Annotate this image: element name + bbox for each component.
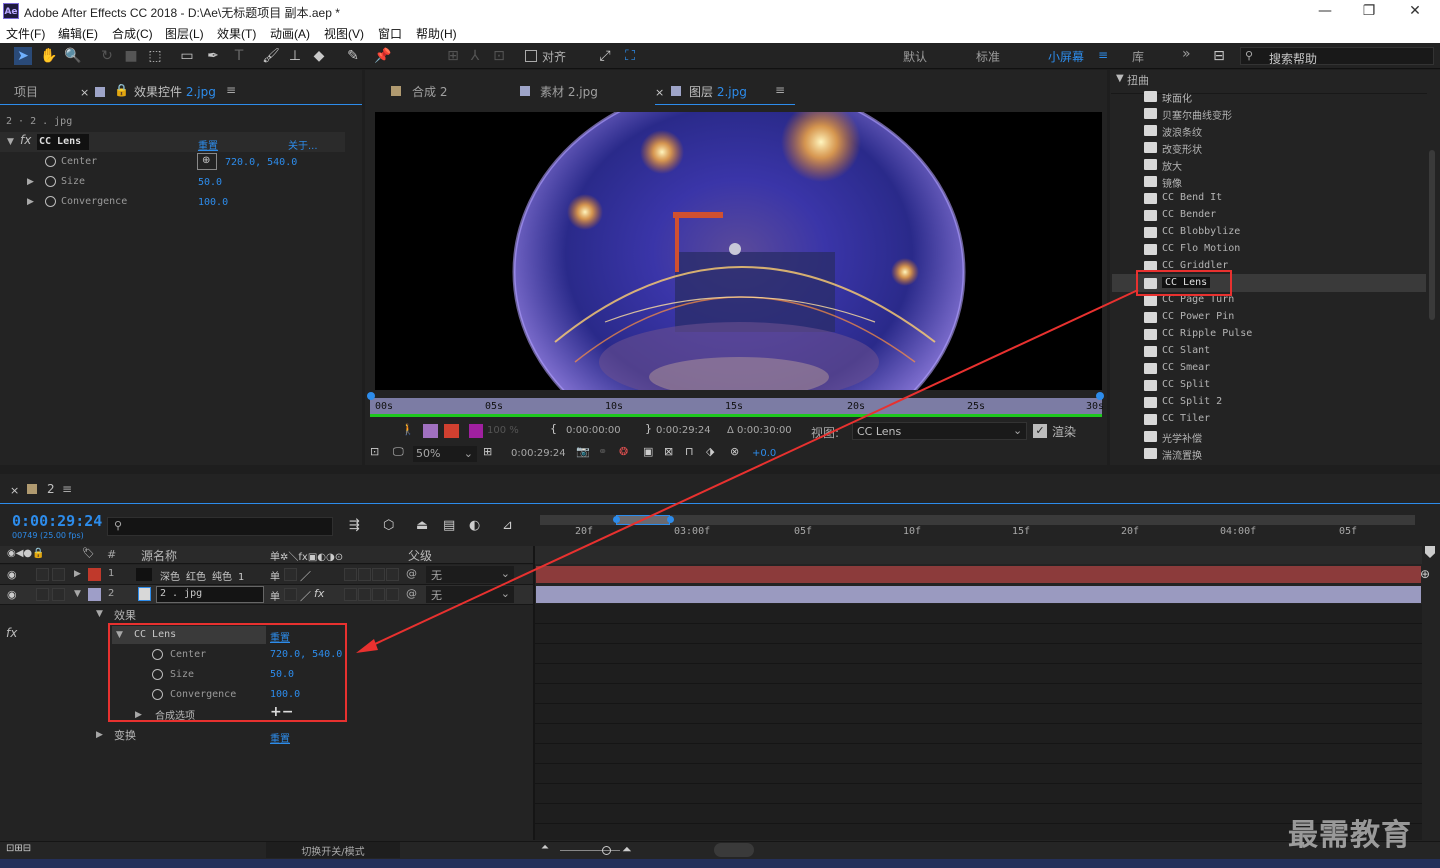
annotation-arrow: [356, 289, 1139, 653]
